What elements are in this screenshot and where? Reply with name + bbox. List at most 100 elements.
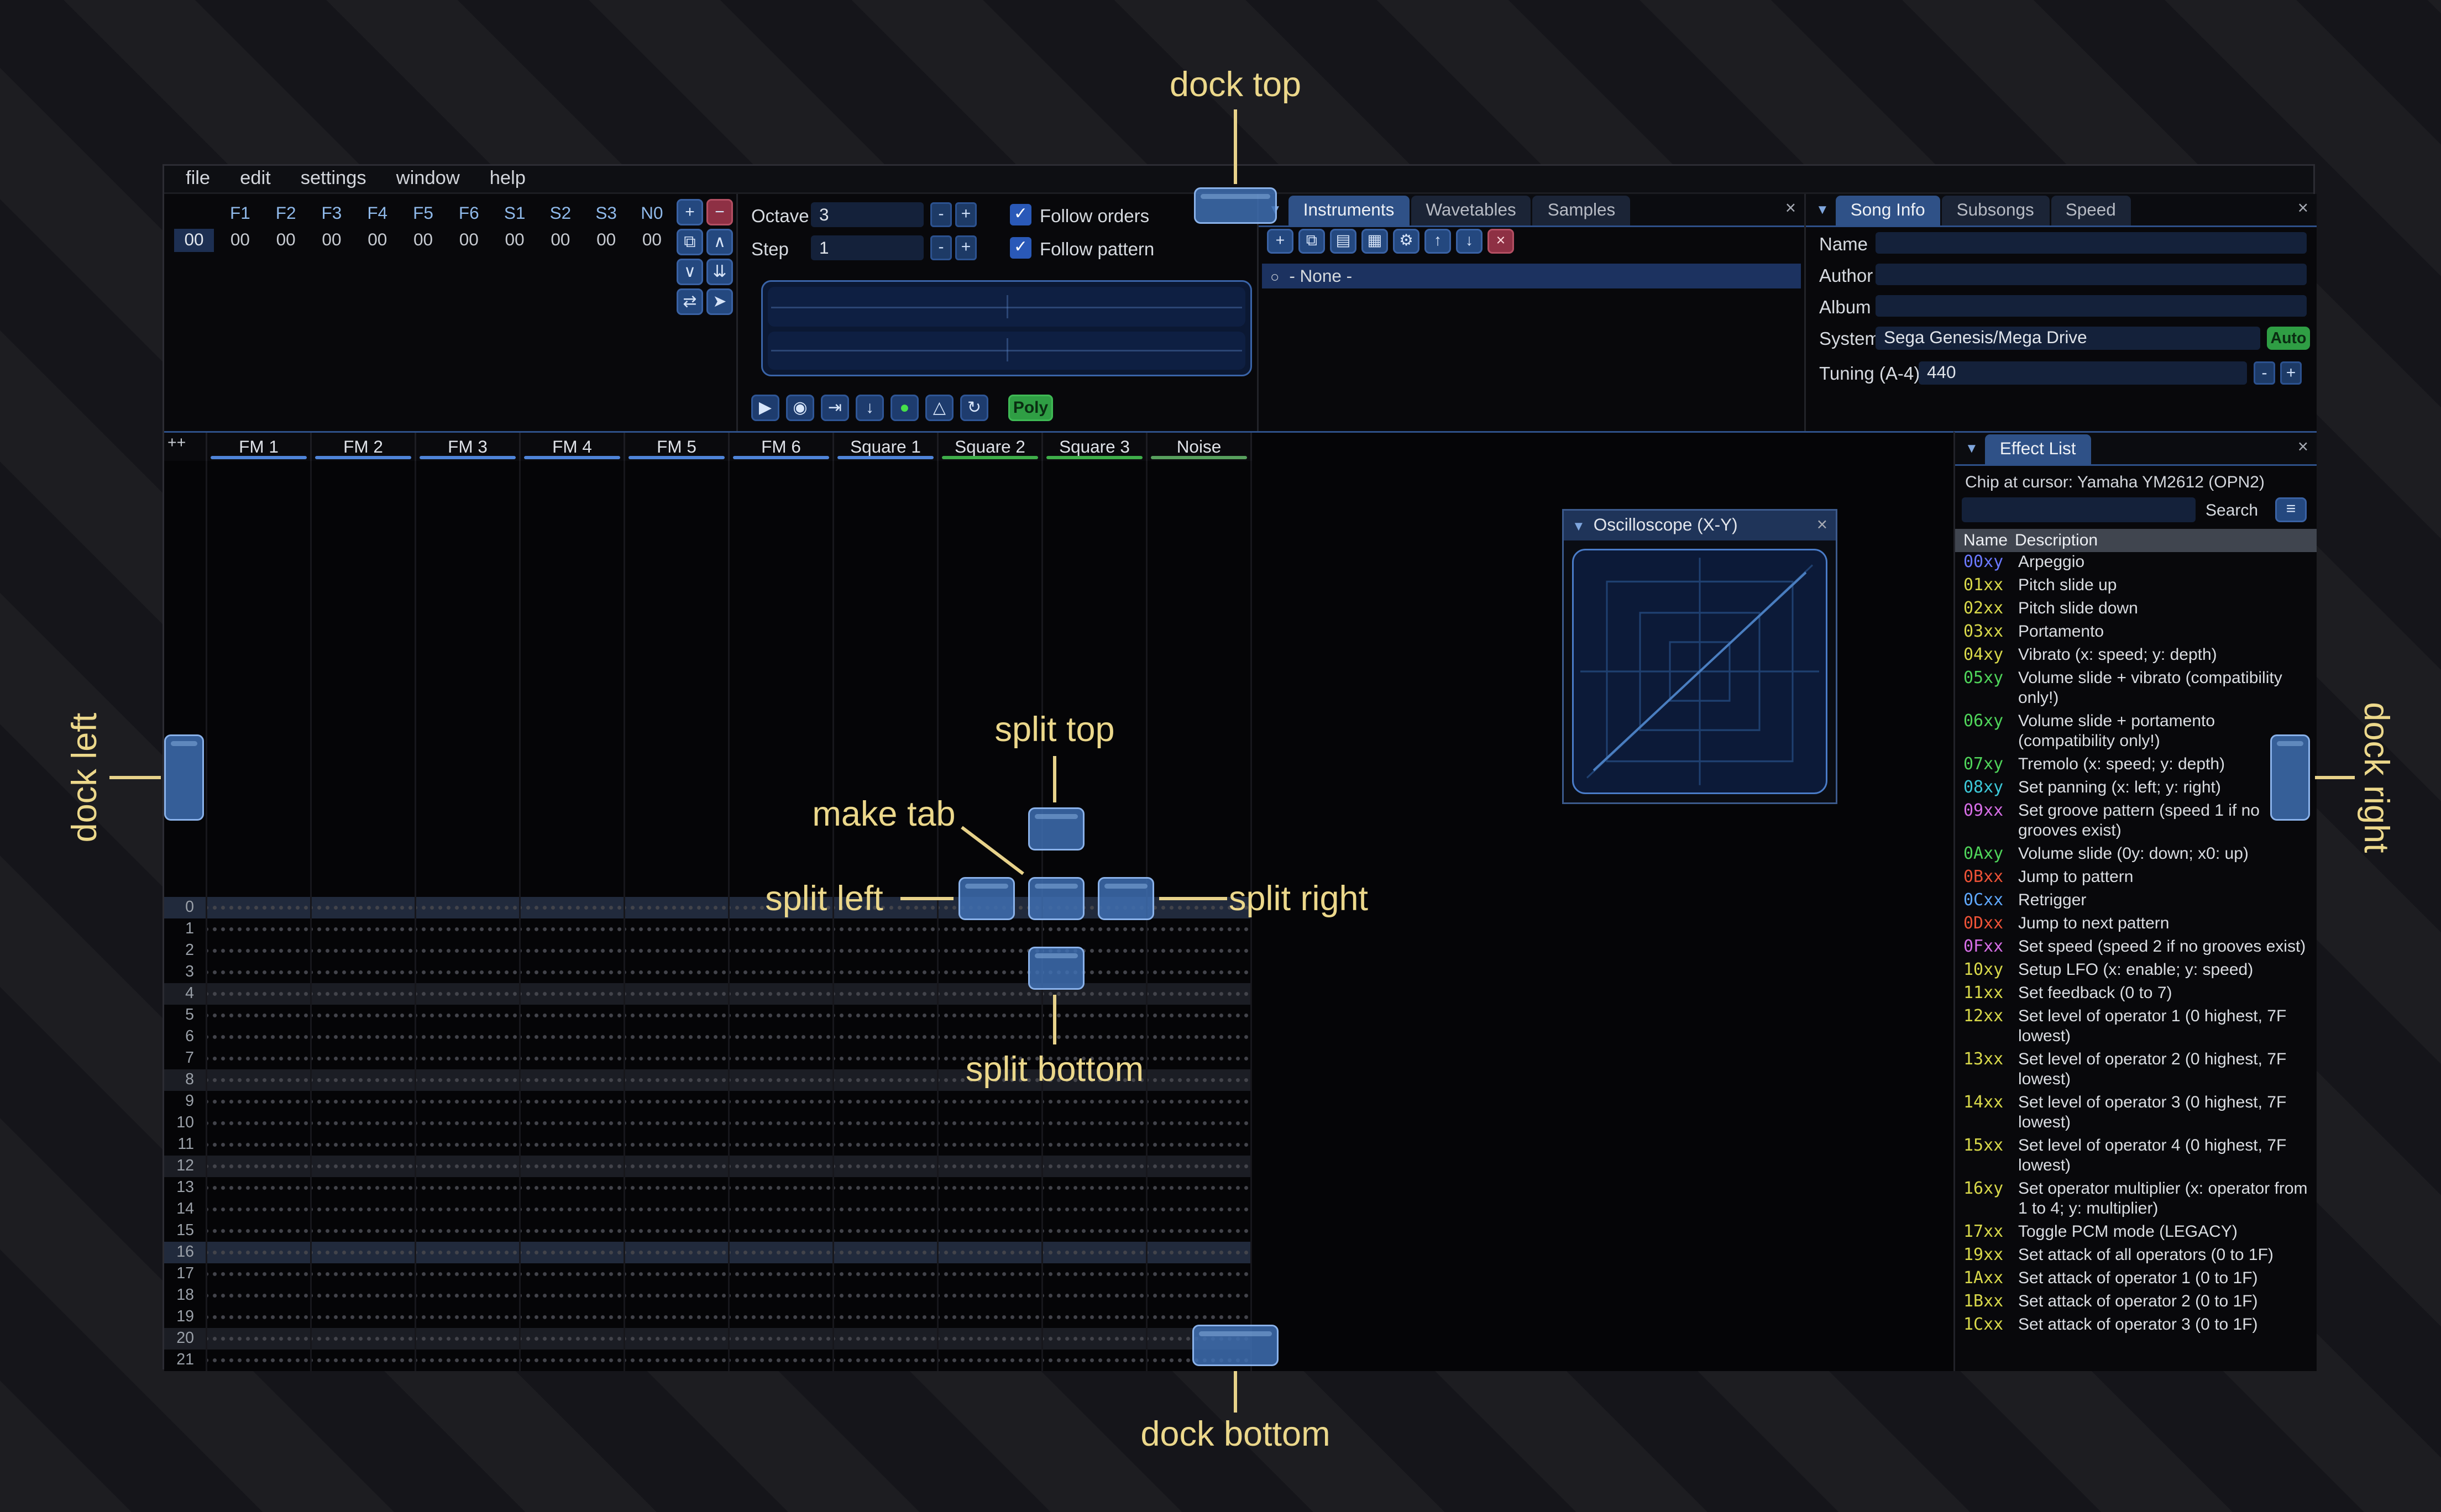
pattern-cell[interactable]: [834, 1048, 939, 1069]
pattern-cell[interactable]: [207, 1285, 312, 1306]
play-pattern-button[interactable]: ◉: [786, 395, 814, 421]
pattern-cell[interactable]: [416, 1005, 521, 1026]
effect-item[interactable]: 19xx Set attack of all operators (0 to 1F…: [1955, 1245, 2317, 1268]
pattern-cell[interactable]: [416, 1199, 521, 1220]
pattern-cell[interactable]: [312, 1091, 416, 1112]
pattern-cell[interactable]: [1148, 1156, 1252, 1177]
pattern-cell[interactable]: [207, 940, 312, 962]
record-button[interactable]: ●: [891, 395, 919, 421]
effect-item[interactable]: 1Bxx Set attack of operator 2 (0 to 1F): [1955, 1292, 2317, 1315]
pattern-cell[interactable]: [1043, 1199, 1148, 1220]
pattern-cell[interactable]: [730, 1156, 834, 1177]
pattern-cell[interactable]: [207, 1306, 312, 1328]
pattern-cell[interactable]: [416, 1112, 521, 1134]
collapse-icon[interactable]: ▼: [1572, 518, 1585, 533]
menu-item-window[interactable]: window: [381, 169, 475, 189]
pattern-cell[interactable]: [207, 1156, 312, 1177]
tab-instruments[interactable]: Instruments: [1288, 196, 1410, 225]
repeat-pattern-button[interactable]: ↻: [960, 395, 988, 421]
pattern-cell[interactable]: [730, 1328, 834, 1350]
pattern-cell[interactable]: [207, 1350, 312, 1371]
pattern-cell[interactable]: [207, 1134, 312, 1156]
pattern-cell[interactable]: [416, 1285, 521, 1306]
pattern-cell[interactable]: [730, 1199, 834, 1220]
pattern-cell[interactable]: [834, 1134, 939, 1156]
pattern-cell[interactable]: [416, 940, 521, 962]
channel-header-fm-4[interactable]: FM 4: [521, 433, 625, 461]
close-icon[interactable]: ×: [2298, 438, 2308, 458]
pattern-cell[interactable]: [625, 940, 730, 962]
pattern-cell[interactable]: [730, 1048, 834, 1069]
pattern-cell[interactable]: [207, 1005, 312, 1026]
pattern-cell[interactable]: [625, 1048, 730, 1069]
pattern-cell[interactable]: [1148, 1177, 1252, 1199]
collapse-icon[interactable]: ▼: [1816, 202, 1829, 217]
pattern-cell[interactable]: [939, 918, 1043, 940]
pattern-cell[interactable]: [939, 1263, 1043, 1285]
metronome-button[interactable]: △: [925, 395, 954, 421]
pattern-cell[interactable]: [834, 1177, 939, 1199]
pattern-cell[interactable]: [939, 1156, 1043, 1177]
split-left-button[interactable]: [958, 877, 1015, 920]
pattern-cell[interactable]: [834, 940, 939, 962]
pattern-cell[interactable]: [939, 1134, 1043, 1156]
pattern-cell[interactable]: [416, 918, 521, 940]
pattern-cell[interactable]: [207, 1199, 312, 1220]
orders-move-down-button[interactable]: ∨: [677, 259, 703, 285]
pattern-cell[interactable]: [1043, 1242, 1148, 1263]
pattern-cell[interactable]: [1148, 983, 1252, 1005]
effect-item[interactable]: 09xx Set groove pattern (speed 1 if no gr…: [1955, 801, 2317, 844]
pattern-cell[interactable]: [416, 1177, 521, 1199]
pattern-cell[interactable]: [312, 1069, 416, 1091]
pattern-cell[interactable]: [834, 962, 939, 983]
pattern-cell[interactable]: [625, 1306, 730, 1328]
pattern-cell[interactable]: [416, 897, 521, 918]
pattern-cell[interactable]: [521, 1005, 625, 1026]
pattern-cell[interactable]: [416, 1048, 521, 1069]
pattern-cell[interactable]: [521, 1048, 625, 1069]
instrument-move-up-button[interactable]: ↑: [1424, 229, 1451, 254]
pattern-cell[interactable]: [625, 1069, 730, 1091]
effect-item[interactable]: 14xx Set level of operator 3 (0 highest, …: [1955, 1093, 2317, 1136]
orders-move-up-button[interactable]: ∧: [706, 229, 733, 255]
pattern-cell[interactable]: [416, 1242, 521, 1263]
channel-header-square-3[interactable]: Square 3: [1043, 433, 1148, 461]
pattern-cell[interactable]: [1043, 1005, 1148, 1026]
effect-item[interactable]: 10xy Setup LFO (x: enable; y: speed): [1955, 960, 2317, 983]
pattern-cell[interactable]: [312, 983, 416, 1005]
orders-pattern-cell[interactable]: 00: [629, 229, 675, 252]
pattern-cell[interactable]: [521, 1285, 625, 1306]
pattern-cell[interactable]: [312, 1242, 416, 1263]
octave-minus-button[interactable]: -: [930, 202, 952, 227]
effect-item[interactable]: 17xx Toggle PCM mode (LEGACY): [1955, 1222, 2317, 1245]
pattern-cell[interactable]: [730, 1069, 834, 1091]
dock-top-button[interactable]: [1194, 187, 1277, 224]
cursor-follow-button[interactable]: ↓: [856, 395, 884, 421]
pattern-cell[interactable]: [1148, 1263, 1252, 1285]
pattern-cell[interactable]: [730, 918, 834, 940]
effect-item[interactable]: 07xy Tremolo (x: speed; y: depth): [1955, 754, 2317, 778]
effect-item[interactable]: 06xy Volume slide + portamento (compatibi…: [1955, 711, 2317, 754]
pattern-cell[interactable]: [312, 1285, 416, 1306]
menu-item-edit[interactable]: edit: [225, 169, 286, 189]
orders-pattern-cell[interactable]: 00: [309, 229, 355, 252]
pattern-cell[interactable]: [416, 1069, 521, 1091]
menu-item-settings[interactable]: settings: [286, 169, 381, 189]
pattern-cell[interactable]: [1148, 1048, 1252, 1069]
pattern-cell[interactable]: [1148, 1026, 1252, 1048]
pattern-cell[interactable]: [312, 1350, 416, 1371]
effect-item[interactable]: 1Cxx Set attack of operator 3 (0 to 1F): [1955, 1315, 2317, 1338]
channel-header-fm-3[interactable]: FM 3: [416, 433, 521, 461]
pattern-cell[interactable]: [939, 1285, 1043, 1306]
pattern-cell[interactable]: [521, 1199, 625, 1220]
pattern-cell[interactable]: [416, 1026, 521, 1048]
octave-input[interactable]: 3: [811, 202, 924, 227]
effect-list-menu-button[interactable]: ≡: [2275, 497, 2307, 522]
pattern-cell[interactable]: [834, 1156, 939, 1177]
step-plus-button[interactable]: +: [955, 235, 977, 260]
album-field[interactable]: [1876, 295, 2307, 317]
poly-toggle-button[interactable]: Poly: [1008, 395, 1053, 421]
pattern-cell[interactable]: [521, 1350, 625, 1371]
pattern-cell[interactable]: [834, 1350, 939, 1371]
pattern-cell[interactable]: [521, 1112, 625, 1134]
